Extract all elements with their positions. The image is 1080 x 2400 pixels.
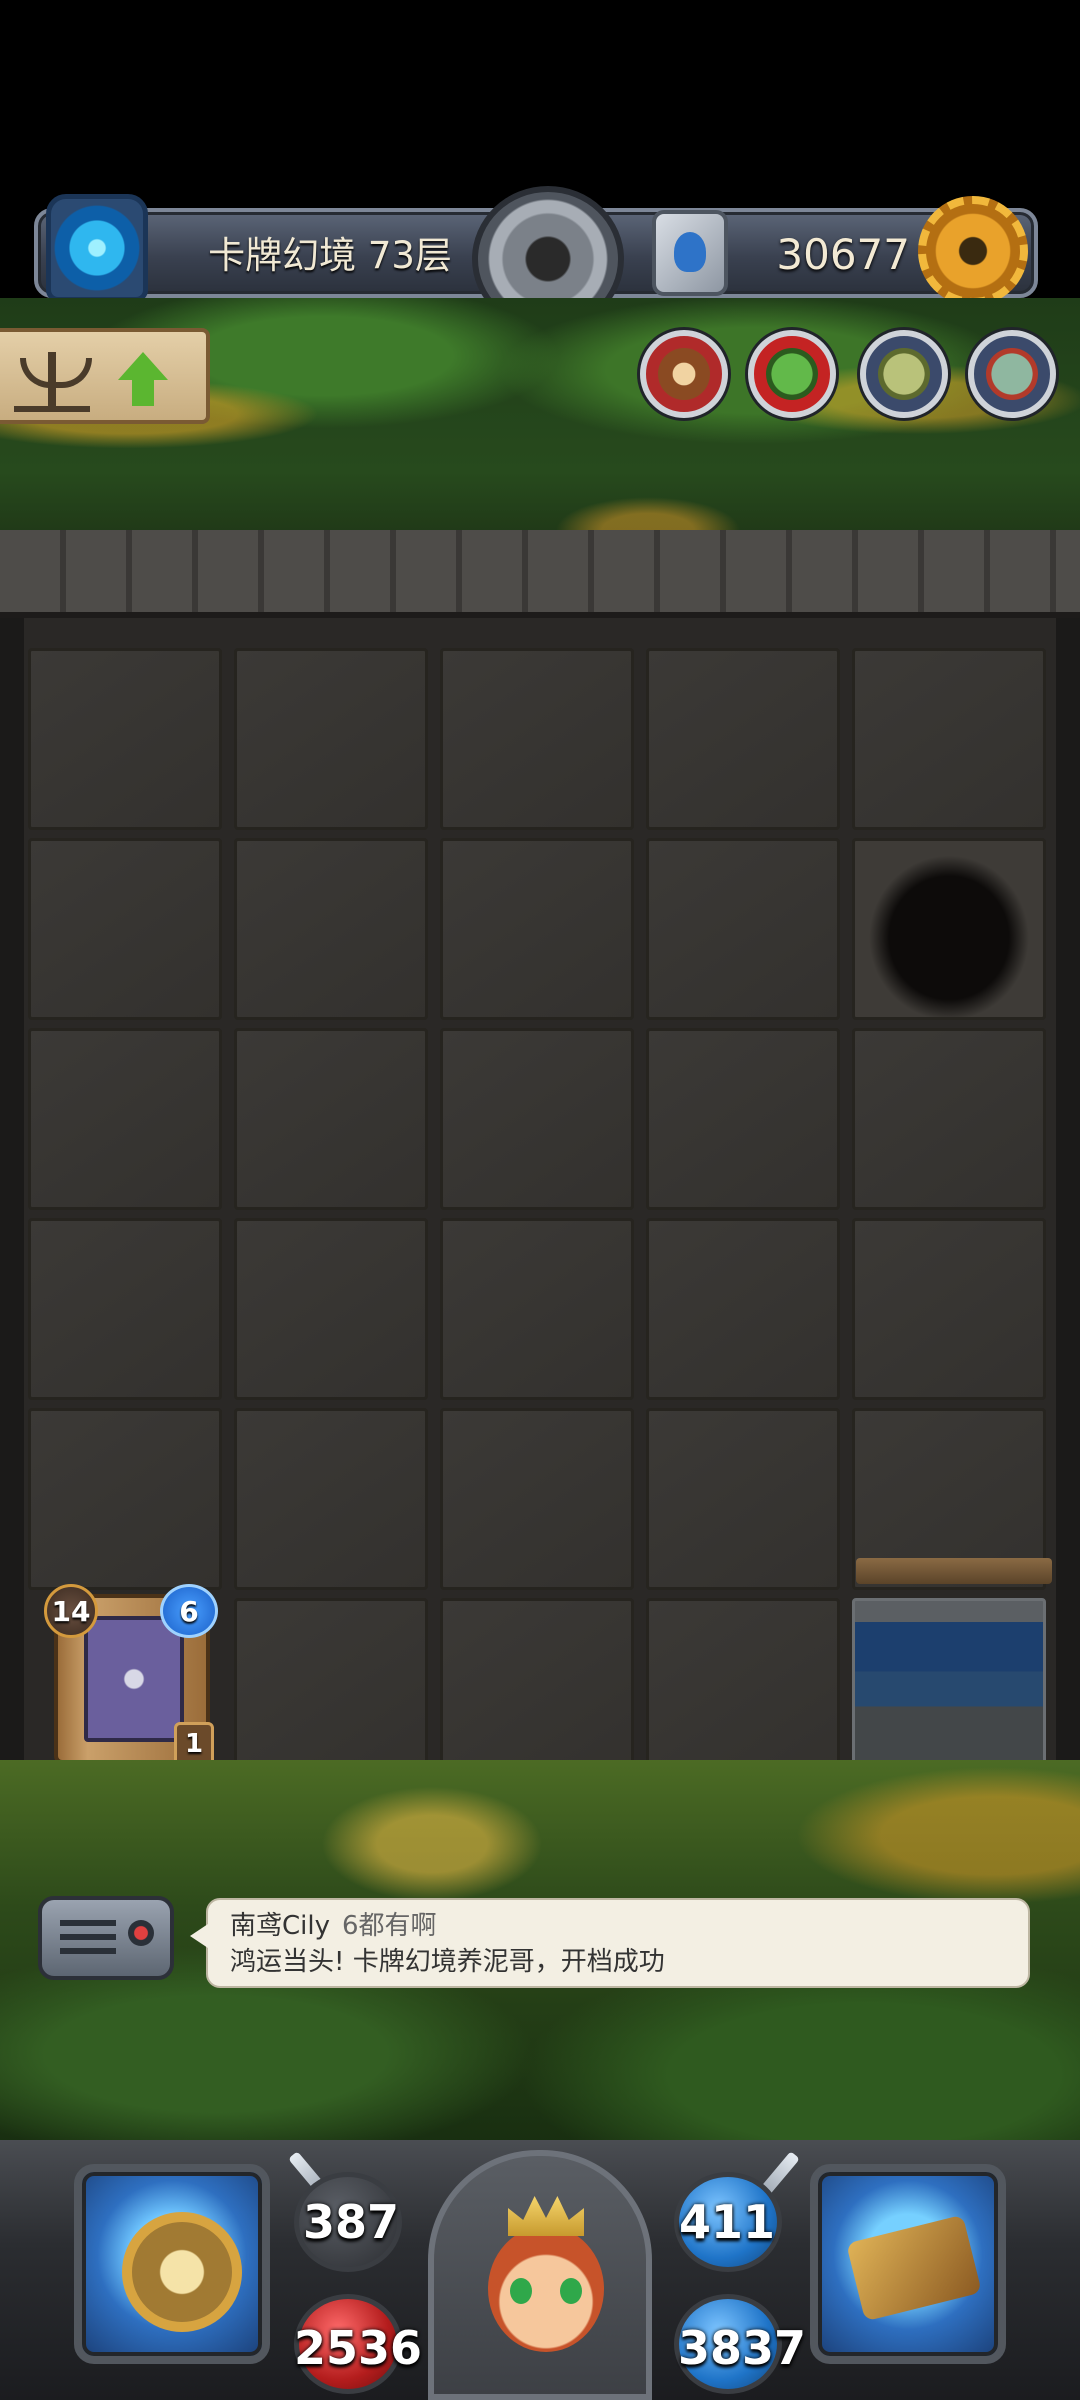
chat-username: 南鸢Cily — [230, 1911, 330, 1941]
board-tile[interactable] — [234, 838, 428, 1020]
board-tile[interactable] — [28, 838, 222, 1020]
zombie-icon — [878, 348, 930, 400]
chat-message: 6都有啊 — [342, 1911, 437, 1941]
candelabra-icon — [14, 344, 92, 412]
spellbook-skill-button[interactable] — [810, 2164, 1006, 2364]
card-mana-badge: 6 — [160, 1584, 218, 1638]
board-tile[interactable] — [440, 1218, 634, 1400]
board-tile[interactable] — [440, 1028, 634, 1210]
crown-icon — [508, 2196, 584, 2236]
board-tile[interactable] — [234, 1218, 428, 1400]
wooden-plank — [856, 1558, 1052, 1584]
upgrade-panel[interactable] — [0, 328, 210, 424]
meat-icon — [658, 348, 710, 400]
portal-icon[interactable] — [46, 194, 148, 302]
attack-value: 387 — [302, 2195, 400, 2249]
board-tile[interactable] — [28, 648, 222, 830]
floor-label: 卡牌幻境 73层 — [208, 234, 452, 277]
goblin-icon — [766, 348, 818, 400]
mummy-icon — [986, 348, 1038, 400]
board-tile[interactable] — [440, 1598, 634, 1780]
chat-system-message: 鸿运当头! 卡牌幻境养泥哥，开档成功 — [230, 1947, 665, 1977]
board-tile[interactable] — [234, 1028, 428, 1210]
board-tile[interactable] — [646, 648, 840, 830]
board-tile[interactable] — [646, 838, 840, 1020]
stone-ledge — [0, 530, 1080, 620]
board-tile[interactable] — [440, 838, 634, 1020]
hero-face — [488, 2226, 604, 2352]
stairs-exit-tile[interactable] — [852, 1598, 1046, 1780]
board-tile[interactable] — [646, 1598, 840, 1780]
board-tile[interactable] — [28, 1218, 222, 1400]
card-level-badge: 14 — [44, 1584, 98, 1638]
status-mummy-icon[interactable] — [968, 330, 1056, 418]
equipment-skill-button[interactable] — [74, 2164, 270, 2364]
board-tile[interactable] — [852, 1218, 1046, 1400]
board-tile[interactable] — [440, 648, 634, 830]
chat-bubble[interactable]: 南鸢Cily 6都有啊 鸿运当头! 卡牌幻境养泥哥，开档成功 — [190, 1898, 1030, 1988]
board-tile[interactable] — [646, 1218, 840, 1400]
coin-count: 30677 — [776, 230, 910, 279]
hero-portrait[interactable] — [428, 2150, 652, 2400]
defense-value: 411 — [678, 2195, 776, 2249]
board-tile[interactable] — [234, 1598, 428, 1780]
chat-line-user: 南鸢Cily 6都有啊 — [230, 1908, 1006, 1944]
mana-value: 3837 — [677, 2321, 807, 2375]
board-tile[interactable] — [646, 1028, 840, 1210]
hp-value: 2536 — [293, 2321, 423, 2375]
chat-button[interactable] — [38, 1896, 174, 1980]
shuriken-icon — [84, 1616, 184, 1742]
board-tile[interactable] — [646, 1408, 840, 1590]
board-tile[interactable] — [28, 1028, 222, 1210]
board-tile[interactable] — [440, 1408, 634, 1590]
board-tile[interactable] — [852, 1028, 1046, 1210]
board-tile[interactable] — [28, 1408, 222, 1590]
broken-floor-tile[interactable] — [852, 838, 1046, 1020]
board-tile[interactable] — [852, 648, 1046, 830]
board-tile[interactable] — [234, 648, 428, 830]
board-tile[interactable] — [234, 1408, 428, 1590]
status-zombie-icon[interactable] — [860, 330, 948, 418]
status-meat-icon[interactable] — [640, 330, 728, 418]
gear-icon[interactable] — [918, 196, 1028, 306]
rune-icon — [652, 210, 728, 296]
status-goblin-icon[interactable] — [748, 330, 836, 418]
arrow-up-icon — [118, 352, 168, 408]
